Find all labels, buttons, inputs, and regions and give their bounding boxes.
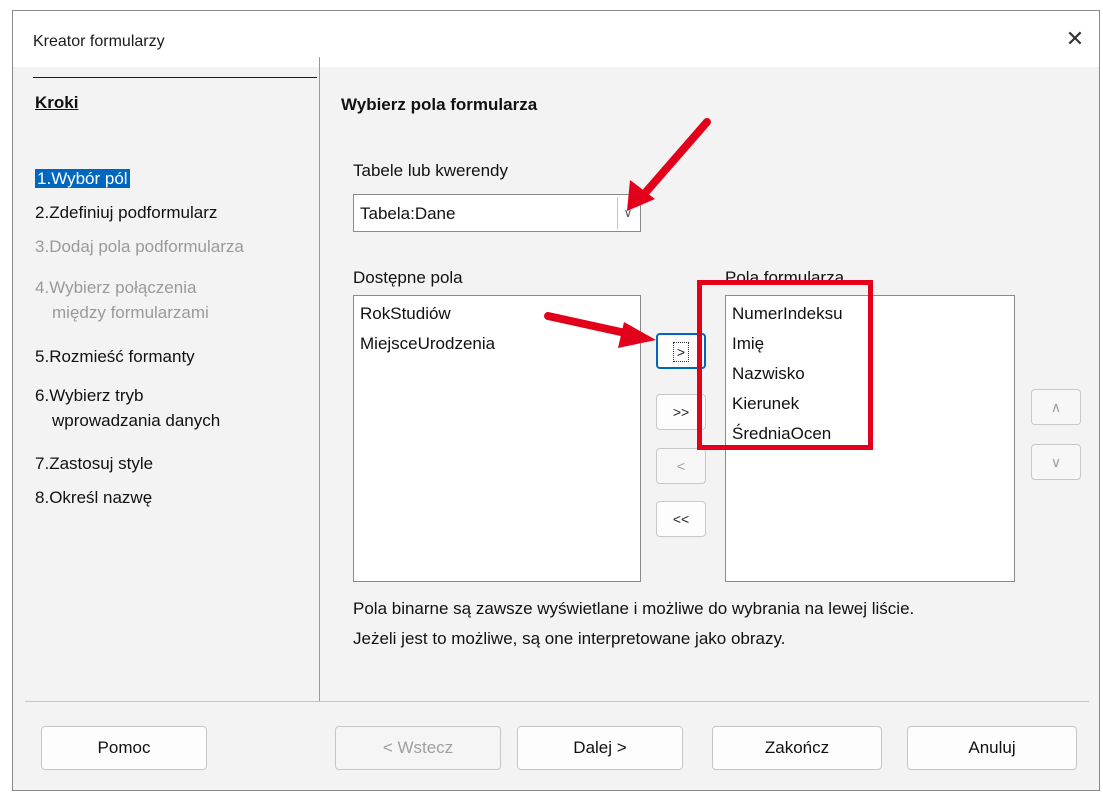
arrow-to-dropdown-icon xyxy=(627,118,711,211)
arrow-to-add-button-icon xyxy=(544,312,656,348)
annotation-arrows xyxy=(544,118,711,348)
